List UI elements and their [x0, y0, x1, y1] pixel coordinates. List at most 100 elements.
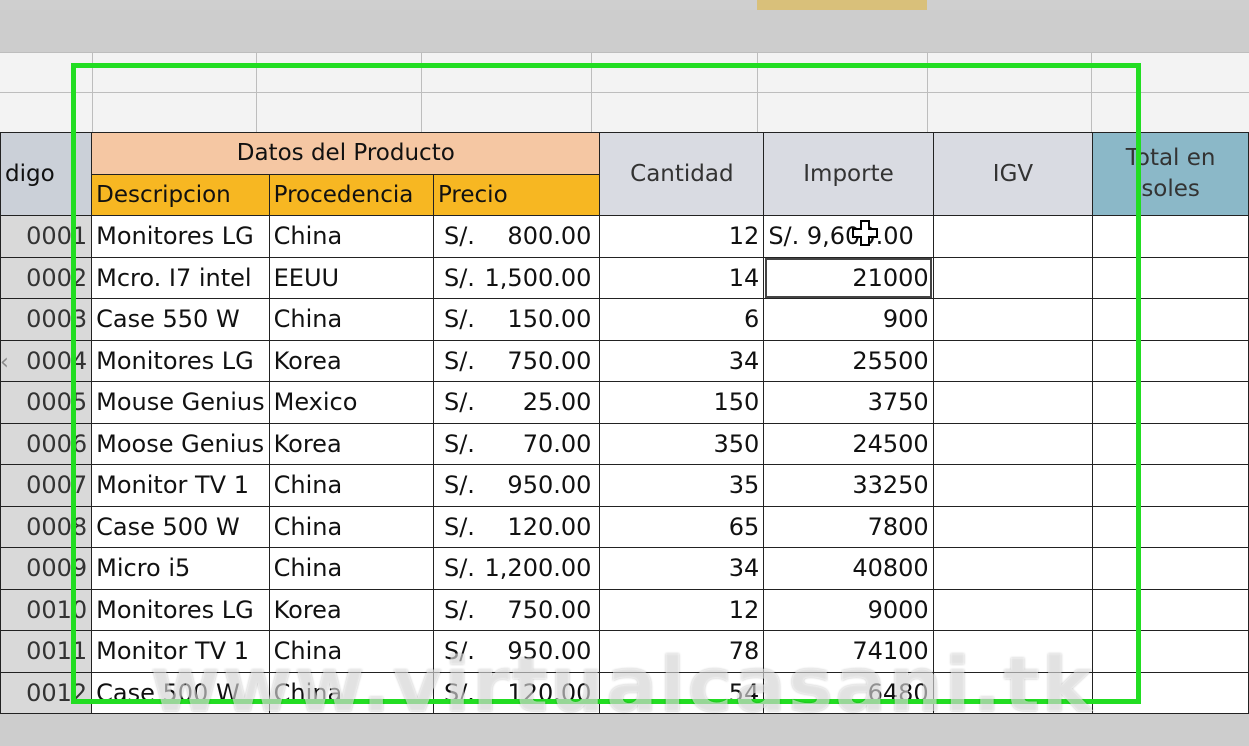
cell-descripcion[interactable]: Monitor TV 1	[91, 464, 270, 507]
cell-procedencia[interactable]: China	[268, 505, 434, 548]
cell-procedencia[interactable]: China	[268, 298, 434, 341]
cell-total[interactable]	[1092, 505, 1249, 548]
empty-row[interactable]	[0, 52, 1249, 93]
cell-cantidad[interactable]: 65	[599, 505, 765, 548]
cell-descripcion[interactable]: Monitores LG	[91, 215, 270, 258]
cell-procedencia[interactable]: China	[268, 215, 434, 258]
cell-importe[interactable]: 6480	[763, 671, 934, 714]
header-precio[interactable]: Precio	[432, 173, 601, 216]
cell-cantidad[interactable]: 34	[599, 339, 765, 382]
cell-cantidad[interactable]: 350	[599, 422, 765, 465]
header-datos-producto[interactable]: Datos del Producto	[91, 132, 601, 175]
header-cantidad[interactable]: Cantidad	[599, 132, 765, 216]
header-descripcion[interactable]: Descripcion	[91, 173, 270, 216]
cell-procedencia[interactable]: Korea	[268, 422, 434, 465]
cell-cantidad[interactable]: 54	[599, 671, 765, 714]
cell-descripcion[interactable]: Case 500 W	[91, 671, 270, 714]
cell-descripcion[interactable]: Monitores LG	[91, 588, 270, 631]
cell-precio[interactable]: S/. 950.00	[432, 630, 601, 673]
cell-precio[interactable]: S/. 150.00	[432, 298, 601, 341]
cell-total[interactable]	[1092, 298, 1249, 341]
selected-column-header[interactable]	[757, 0, 927, 10]
header-importe[interactable]: Importe	[763, 132, 934, 216]
cell-descripcion[interactable]: Moose Genius	[91, 422, 270, 465]
cell-igv[interactable]	[932, 671, 1094, 714]
cell-precio[interactable]: S/. 1,200.00	[432, 547, 601, 590]
cell-procedencia[interactable]: China	[268, 630, 434, 673]
cell-importe[interactable]: 3750	[763, 381, 934, 424]
cell-code[interactable]: 0001	[0, 215, 93, 258]
cell-importe[interactable]: 9000	[763, 588, 934, 631]
cell-code[interactable]: 0011	[0, 630, 93, 673]
cell-cantidad[interactable]: 78	[599, 630, 765, 673]
cell-importe[interactable]: 40800	[763, 547, 934, 590]
cell-igv[interactable]	[932, 215, 1094, 258]
cell-igv[interactable]	[932, 298, 1094, 341]
cell-descripcion[interactable]: Monitor TV 1	[91, 630, 270, 673]
cell-procedencia[interactable]: EEUU	[268, 256, 434, 299]
cell-code[interactable]: 0002	[0, 256, 93, 299]
cell-cantidad[interactable]: 35	[599, 464, 765, 507]
cell-cantidad[interactable]: 12	[599, 215, 765, 258]
cell-total[interactable]	[1092, 671, 1249, 714]
cell-precio[interactable]: S/. 120.00	[432, 505, 601, 548]
cell-total[interactable]	[1092, 588, 1249, 631]
cell-igv[interactable]	[932, 505, 1094, 548]
cell-code[interactable]: 0009	[0, 547, 93, 590]
cell-descripcion[interactable]: Case 500 W	[91, 505, 270, 548]
cell-precio[interactable]: S/. 750.00	[432, 588, 601, 631]
empty-row[interactable]	[0, 92, 1249, 133]
cell-procedencia[interactable]: China	[268, 464, 434, 507]
cell-igv[interactable]	[932, 464, 1094, 507]
cell-importe[interactable]: 900	[763, 298, 934, 341]
cell-precio[interactable]: S/. 120.00	[432, 671, 601, 714]
cell-igv[interactable]	[932, 256, 1094, 299]
cell-code[interactable]: 0010	[0, 588, 93, 631]
cell-descripcion[interactable]: Monitores LG	[91, 339, 270, 382]
cell-precio[interactable]: S/. 950.00	[432, 464, 601, 507]
cell-importe[interactable]: 24500	[763, 422, 934, 465]
header-total-soles[interactable]: Total en soles	[1092, 132, 1249, 216]
cell-code[interactable]: 0003	[0, 298, 93, 341]
cell-procedencia[interactable]: China	[268, 547, 434, 590]
cell-total[interactable]	[1092, 422, 1249, 465]
cell-igv[interactable]	[932, 422, 1094, 465]
cell-importe[interactable]: 74100	[763, 630, 934, 673]
cell-descripcion[interactable]: Mcro. I7 intel	[91, 256, 270, 299]
cell-cantidad[interactable]: 14	[599, 256, 765, 299]
cell-precio[interactable]: S/. 25.00	[432, 381, 601, 424]
cell-igv[interactable]	[932, 339, 1094, 382]
cell-precio[interactable]: S/. 70.00	[432, 422, 601, 465]
cell-total[interactable]	[1092, 464, 1249, 507]
cell-total[interactable]	[1092, 339, 1249, 382]
cell-importe[interactable]: 25500	[763, 339, 934, 382]
cell-igv[interactable]	[932, 630, 1094, 673]
cell-code[interactable]: 0012	[0, 671, 93, 714]
cell-precio[interactable]: S/. 800.00	[432, 215, 601, 258]
cell-igv[interactable]	[932, 381, 1094, 424]
cell-procedencia[interactable]: Korea	[268, 588, 434, 631]
cell-igv[interactable]	[932, 588, 1094, 631]
cell-code[interactable]: 0004	[0, 339, 93, 382]
cell-descripcion[interactable]: Case 550 W	[91, 298, 270, 341]
cell-cantidad[interactable]: 12	[599, 588, 765, 631]
header-codigo[interactable]: digo	[0, 132, 93, 216]
cell-total[interactable]	[1092, 630, 1249, 673]
cell-cantidad[interactable]: 150	[599, 381, 765, 424]
cell-descripcion[interactable]: Micro i5	[91, 547, 270, 590]
cell-code[interactable]: 0008	[0, 505, 93, 548]
header-igv[interactable]: IGV	[932, 132, 1094, 216]
cell-precio[interactable]: S/. 750.00	[432, 339, 601, 382]
cell-code[interactable]: 0007	[0, 464, 93, 507]
cell-importe[interactable]: 7800	[763, 505, 934, 548]
cell-descripcion[interactable]: Mouse Genius	[91, 381, 270, 424]
cell-importe[interactable]: 21000	[763, 256, 934, 299]
cell-total[interactable]	[1092, 381, 1249, 424]
cell-importe[interactable]: S/. 9,600.00	[763, 215, 934, 258]
cell-total[interactable]	[1092, 256, 1249, 299]
cell-importe[interactable]: 33250	[763, 464, 934, 507]
cell-igv[interactable]	[932, 547, 1094, 590]
header-procedencia[interactable]: Procedencia	[268, 173, 434, 216]
cell-procedencia[interactable]: Mexico	[268, 381, 434, 424]
cell-procedencia[interactable]: Korea	[268, 339, 434, 382]
